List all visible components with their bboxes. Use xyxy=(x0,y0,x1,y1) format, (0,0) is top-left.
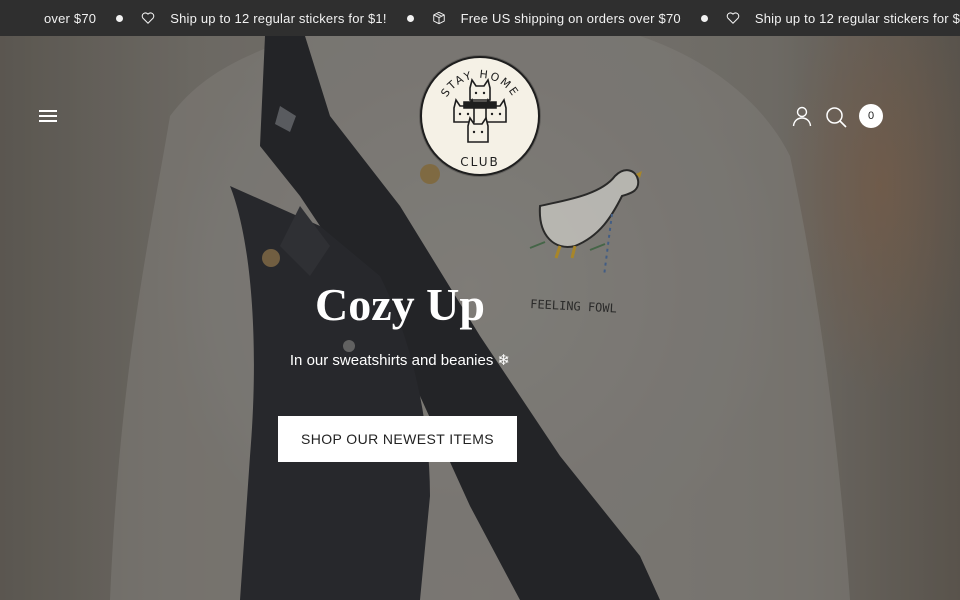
separator-dot xyxy=(700,14,708,22)
announcement-text: Ship up to 12 regular stickers for $1! xyxy=(170,10,387,26)
announcement-track: over $70 Ship up to 12 regular stickers … xyxy=(44,0,960,36)
separator-dot xyxy=(406,14,414,22)
store-logo[interactable]: STAY HOME CLUB xyxy=(420,56,540,176)
separator-dot xyxy=(116,14,124,22)
search-icon[interactable] xyxy=(824,105,848,129)
hero-subtitle: In our sweatshirts and beanies ❄ xyxy=(289,352,511,369)
menu-bar xyxy=(39,110,57,112)
announcement-item: over $70 xyxy=(44,11,96,26)
hero-title: Cozy Up xyxy=(315,279,485,330)
logo-bottom-text: CLUB xyxy=(460,155,500,169)
announcement-text: Ship up to 12 regular stickers for $1! xyxy=(754,10,960,26)
account-icon[interactable] xyxy=(790,104,814,128)
menu-bar xyxy=(39,115,57,117)
cart-count-badge[interactable]: 0 xyxy=(859,104,883,128)
announcement-item: Ship up to 12 regular stickers for $1! xyxy=(141,11,386,26)
box-icon xyxy=(432,11,446,25)
announcement-item: Free US shipping on orders over $70 xyxy=(432,11,681,26)
announcement-text: Free US shipping on orders over $70 xyxy=(460,10,681,26)
announcement-item: Ship up to 12 regular stickers for $1! xyxy=(726,11,960,26)
heart-icon xyxy=(726,11,740,25)
heart-icon xyxy=(141,11,155,25)
menu-bar xyxy=(39,120,57,122)
announcement-text: over $70 xyxy=(44,10,97,26)
shop-newest-button[interactable]: SHOP OUR NEWEST ITEMS xyxy=(278,416,517,462)
announcement-bar: over $70 Ship up to 12 regular stickers … xyxy=(0,0,960,36)
menu-button[interactable] xyxy=(38,108,60,124)
